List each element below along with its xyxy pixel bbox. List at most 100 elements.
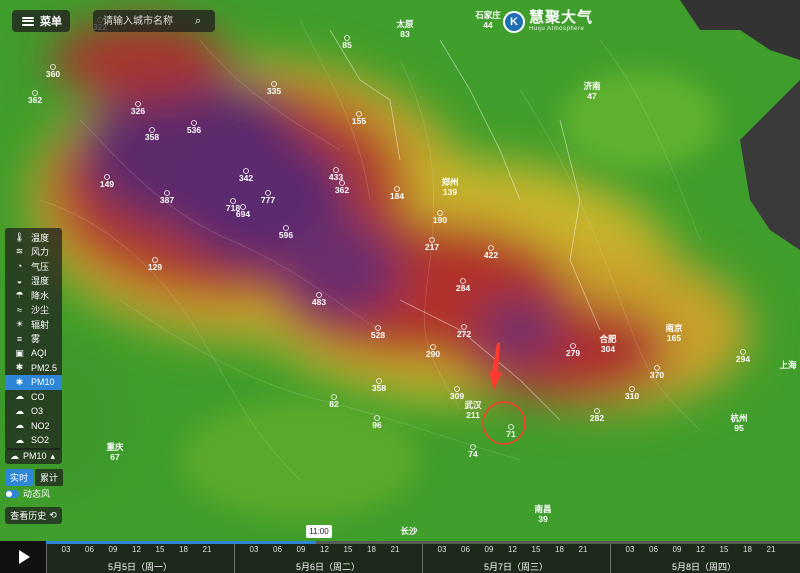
layer-item-so2[interactable]: ☁ SO2 [5,433,62,448]
station-reading[interactable]: 85 [342,40,352,50]
day-label[interactable]: 5月7日（周三） [484,560,548,573]
layer-item-[interactable]: ◔ 气压 [5,259,62,274]
city-label[interactable]: 重庆 [106,442,124,452]
station-reading[interactable]: 190 [433,215,447,225]
hour-tick[interactable]: 09 [109,545,118,554]
city-reading[interactable]: 83 [400,29,410,39]
city-label[interactable]: 杭州 [730,413,747,423]
hour-tick[interactable]: 15 [720,545,729,554]
hour-tick[interactable]: 06 [273,545,282,554]
station-reading[interactable]: 483 [312,297,326,307]
city-reading[interactable]: 95 [734,423,744,433]
station-reading[interactable]: 282 [590,413,604,423]
toggle-switch-icon[interactable] [5,489,19,498]
hour-tick[interactable]: 09 [485,545,494,554]
station-reading[interactable]: 284 [456,283,470,293]
station-reading[interactable]: 777 [261,195,275,205]
station-reading[interactable]: 362 [28,95,42,105]
hour-tick[interactable]: 18 [367,545,376,554]
station-reading[interactable]: 358 [372,383,386,393]
history-button[interactable]: 查看历史 ⟲ [5,507,62,524]
hour-tick[interactable]: 12 [320,545,329,554]
dynamic-wind-toggle[interactable]: 动态风 [5,487,50,500]
city-label[interactable]: 合肥 [598,334,617,344]
city-reading[interactable]: 39 [538,514,548,524]
day-label[interactable]: 5月6日（周二） [296,560,360,573]
hour-tick[interactable]: 03 [62,545,71,554]
search-icon[interactable]: ⌕ [195,15,201,28]
layer-item-[interactable]: ☀ 辐射 [5,317,62,332]
hour-tick[interactable]: 21 [767,545,776,554]
day-label[interactable]: 5月8日（周四） [672,560,736,573]
hour-tick[interactable]: 15 [344,545,353,554]
station-reading[interactable]: 82 [329,399,339,409]
city-label[interactable]: 郑州 [441,177,458,187]
station-reading[interactable]: 422 [484,250,498,260]
station-reading[interactable]: 129 [148,262,162,272]
station-reading[interactable]: 310 [625,391,639,401]
layer-item-no2[interactable]: ☁ NO2 [5,419,62,434]
hour-tick[interactable]: 18 [179,545,188,554]
hour-tick[interactable]: 09 [673,545,682,554]
hour-tick[interactable]: 21 [203,545,212,554]
hour-tick[interactable]: 12 [508,545,517,554]
hour-tick[interactable]: 06 [649,545,658,554]
layer-item-[interactable]: ≡ 雾 [5,332,62,347]
station-reading[interactable]: 74 [468,449,478,459]
hour-tick[interactable]: 21 [391,545,400,554]
station-reading[interactable]: 694 [236,209,250,219]
station-reading[interactable]: 335 [267,86,281,96]
search-box[interactable]: ⌕ [93,10,215,32]
layer-item-[interactable]: ☂ 降水 [5,288,62,303]
station-reading[interactable]: 71 [506,429,516,439]
station-reading[interactable]: 290 [426,349,440,359]
hour-tick[interactable]: 21 [579,545,588,554]
city-reading[interactable]: 211 [466,410,480,420]
city-reading[interactable]: 304 [601,344,615,354]
station-reading[interactable]: 184 [390,191,404,201]
layer-item-[interactable]: ≈ 沙尘 [5,303,62,318]
hour-tick[interactable]: 15 [156,545,165,554]
city-reading[interactable]: 44 [483,20,493,30]
city-label[interactable]: 南京 [665,323,683,333]
station-reading[interactable]: 294 [736,354,750,364]
search-input[interactable] [101,14,195,28]
layer-item-[interactable]: ≋ 风力 [5,245,62,260]
station-reading[interactable]: 326 [131,106,145,116]
hour-tick[interactable]: 18 [555,545,564,554]
hour-tick[interactable]: 03 [250,545,259,554]
timeline-bar[interactable]: 03 06 09 12 15 18 21 5月5日（周一） 03 06 09 12 15 18 21 5月6日… [0,541,800,573]
station-reading[interactable]: 155 [352,116,366,126]
station-reading[interactable]: 217 [425,242,439,252]
city-label[interactable]: 武汉 [464,400,482,410]
layer-item-co[interactable]: ☁ CO [5,390,62,405]
hour-tick[interactable]: 06 [461,545,470,554]
station-reading[interactable]: 360 [46,69,60,79]
station-reading[interactable]: 96 [372,420,382,430]
city-label[interactable]: 太原 [395,19,414,29]
city-label[interactable]: 南昌 [534,504,551,514]
hour-tick[interactable]: 18 [743,545,752,554]
station-reading[interactable]: 362 [335,185,349,195]
city-label[interactable]: 济南 [583,81,601,91]
station-reading[interactable]: 279 [566,348,580,358]
hour-tick[interactable]: 03 [438,545,447,554]
hour-tick[interactable]: 06 [85,545,94,554]
layer-item-aqi[interactable]: ▣ AQI [5,346,62,361]
hour-tick[interactable]: 03 [626,545,635,554]
city-reading[interactable]: 67 [110,452,120,462]
layer-item-pm10[interactable]: ✱ PM10 [5,375,62,390]
play-button[interactable] [0,541,46,573]
hour-tick[interactable]: 09 [297,545,306,554]
day-label[interactable]: 5月5日（周一） [108,560,172,573]
station-reading[interactable]: 149 [100,179,114,189]
city-reading[interactable]: 47 [587,91,597,101]
station-reading[interactable]: 358 [145,132,159,142]
realtime-button[interactable]: 实时 [5,469,34,486]
city-reading[interactable]: 139 [443,187,457,197]
layer-item-o3[interactable]: ☁ O3 [5,404,62,419]
station-reading[interactable]: 342 [239,173,253,183]
city-reading[interactable]: 165 [667,333,681,343]
layer-item-[interactable]: ◒ 湿度 [5,274,62,289]
station-reading[interactable]: 272 [457,329,471,339]
